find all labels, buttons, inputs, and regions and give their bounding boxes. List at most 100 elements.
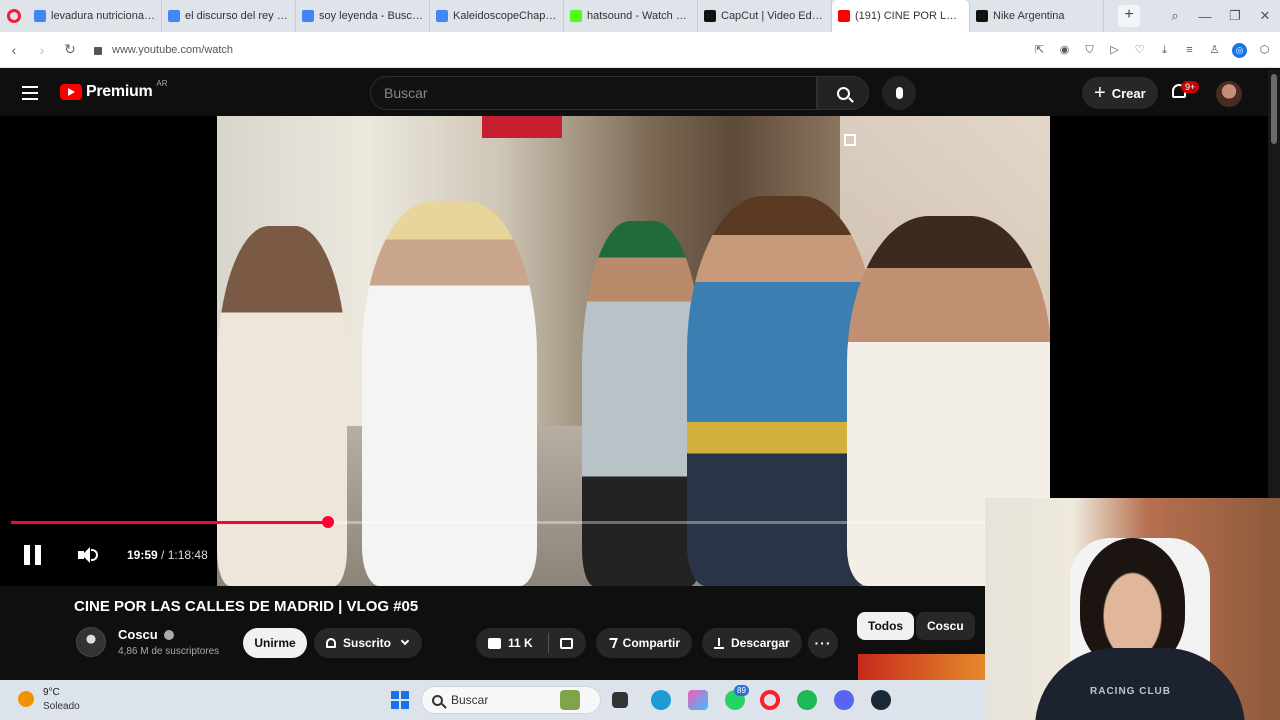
reload-button[interactable]: ↻: [56, 41, 84, 58]
time-display: 19:59 / 1:18:48: [127, 548, 208, 562]
browser-tab[interactable]: Nike Argentina: [970, 0, 1104, 32]
voice-search-button[interactable]: [882, 76, 916, 110]
search-input[interactable]: Buscar: [370, 76, 817, 110]
browser-tab[interactable]: CapCut | Video Editor | A: [698, 0, 832, 32]
more-actions-button[interactable]: ···: [808, 628, 838, 658]
video-person: [362, 201, 537, 586]
google-icon: [168, 10, 180, 22]
video-shop-sign: [482, 116, 562, 138]
progress-scrubber[interactable]: [321, 516, 334, 528]
windows-start-icon[interactable]: [391, 691, 409, 709]
search-icon: [836, 86, 850, 100]
browser-tab[interactable]: (191) CINE POR LAS C: [832, 0, 970, 32]
url-field[interactable]: www.youtube.com/watch: [94, 44, 233, 56]
youtube-header: Premium AR Buscar + Crear 9+: [0, 70, 1268, 116]
shield-icon[interactable]: ⛉: [1082, 43, 1097, 58]
url-text: www.youtube.com/watch: [112, 43, 234, 56]
account-avatar[interactable]: [1216, 81, 1242, 107]
whatsapp-badge: 89: [734, 685, 749, 696]
menu-icon[interactable]: [22, 86, 38, 104]
subscriber-count: 4,86 M de suscriptores: [118, 646, 220, 657]
file-explorer-icon[interactable]: [612, 692, 628, 708]
new-tab-button[interactable]: +: [1118, 5, 1140, 27]
browser-tab[interactable]: levadura nutricional - Bu: [28, 0, 162, 32]
video-title: CINE POR LAS CALLES DE MADRID | VLOG #05: [74, 598, 419, 615]
tab-title: soy leyenda - Buscar cor: [319, 10, 423, 22]
heart-icon[interactable]: ♡: [1132, 43, 1147, 58]
spotify-icon[interactable]: [797, 690, 817, 710]
subscribed-button[interactable]: Suscrito: [314, 628, 422, 658]
tab-title: CapCut | Video Editor | A: [721, 10, 825, 22]
plus-icon: +: [1094, 82, 1106, 104]
tab-title: hatsound - Watch clips c: [587, 10, 691, 22]
google-icon: [302, 10, 314, 22]
google-icon: [34, 10, 46, 22]
share-button[interactable]: Compartir: [596, 628, 692, 658]
miniplayer-icon[interactable]: [844, 134, 856, 146]
duration: 1:18:48: [167, 548, 208, 562]
channel-name-link[interactable]: Coscu: [118, 627, 174, 642]
browser-tab[interactable]: el discurso del rey - Busc: [162, 0, 296, 32]
divider: [547, 633, 549, 653]
browser-tab-strip: levadura nutricional - Bu el discurso del…: [0, 0, 1280, 32]
edge-icon[interactable]: [651, 690, 671, 710]
snapshot-icon[interactable]: ◉: [1057, 43, 1072, 58]
share-label: Compartir: [622, 636, 680, 650]
region-code: AR: [156, 78, 168, 88]
google-icon: [436, 10, 448, 22]
discord-icon[interactable]: [834, 690, 854, 710]
tab-search-icon[interactable]: ⌕: [1160, 8, 1190, 24]
tab-list: levadura nutricional - Bu el discurso del…: [28, 0, 1104, 32]
youtube-logo[interactable]: Premium AR: [60, 79, 168, 101]
create-label: Crear: [1111, 85, 1146, 101]
download-icon[interactable]: ⤓: [1157, 43, 1172, 58]
minimize-button[interactable]: —: [1190, 9, 1220, 24]
weather-temperature[interactable]: 9°C: [43, 687, 60, 698]
logo-text: Premium: [86, 83, 153, 100]
extension-icon[interactable]: ◎: [1232, 42, 1247, 58]
close-window-button[interactable]: ✕: [1250, 8, 1280, 24]
weather-condition[interactable]: Soleado: [43, 701, 80, 712]
join-button[interactable]: Unirme: [243, 628, 307, 658]
player-icon[interactable]: ▷: [1107, 43, 1122, 58]
download-button[interactable]: Descargar: [702, 628, 802, 658]
create-button[interactable]: + Crear: [1082, 77, 1158, 109]
easy-setup-icon[interactable]: ≡: [1182, 43, 1197, 58]
opera-menu-icon[interactable]: [0, 0, 28, 32]
profile-icon[interactable]: ♙: [1207, 43, 1222, 58]
recommended-thumbnail[interactable]: [858, 654, 986, 680]
cube-icon[interactable]: ⬡: [1257, 43, 1272, 58]
like-count[interactable]: 11 K: [508, 636, 533, 650]
webcam-overlay: RACING CLUB: [985, 498, 1280, 720]
chip-coscu[interactable]: Coscu: [916, 612, 975, 640]
like-dislike-group: 11 K: [476, 628, 586, 658]
download-label: Descargar: [731, 636, 790, 650]
chip-todos[interactable]: Todos: [857, 612, 915, 640]
browser-tab[interactable]: soy leyenda - Buscar cor: [296, 0, 430, 32]
tab-title: KaleidoscopeChappell Re: [453, 10, 557, 22]
opera-icon[interactable]: [760, 690, 780, 710]
browser-tab[interactable]: KaleidoscopeChappell Re: [430, 0, 564, 32]
restore-button[interactable]: ❐: [1220, 8, 1250, 24]
search-icon: [432, 694, 443, 706]
current-time: 19:59: [127, 548, 158, 562]
video-frame[interactable]: [217, 116, 1050, 586]
like-icon[interactable]: [488, 637, 501, 649]
microphone-icon: [895, 87, 903, 99]
copilot-icon[interactable]: [688, 690, 708, 710]
forward-button[interactable]: ›: [28, 42, 56, 58]
pause-icon[interactable]: [24, 545, 44, 565]
search-button[interactable]: [817, 76, 869, 110]
sun-icon[interactable]: [18, 691, 34, 707]
video-person: [217, 226, 347, 586]
subscribed-label: Suscrito: [343, 636, 392, 650]
volume-icon[interactable]: [78, 546, 98, 564]
channel-avatar[interactable]: [76, 627, 106, 657]
address-bar: ‹ › ↻ www.youtube.com/watch ⇱ ◉ ⛉ ▷ ♡ ⤓ …: [0, 32, 1280, 68]
browser-tab[interactable]: hatsound - Watch clips c: [564, 0, 698, 32]
steam-icon[interactable]: [871, 690, 891, 710]
share-page-icon[interactable]: ⇱: [1032, 43, 1047, 58]
dislike-icon[interactable]: [559, 637, 573, 649]
game-app-icon[interactable]: [560, 690, 580, 710]
back-button[interactable]: ‹: [0, 42, 28, 58]
